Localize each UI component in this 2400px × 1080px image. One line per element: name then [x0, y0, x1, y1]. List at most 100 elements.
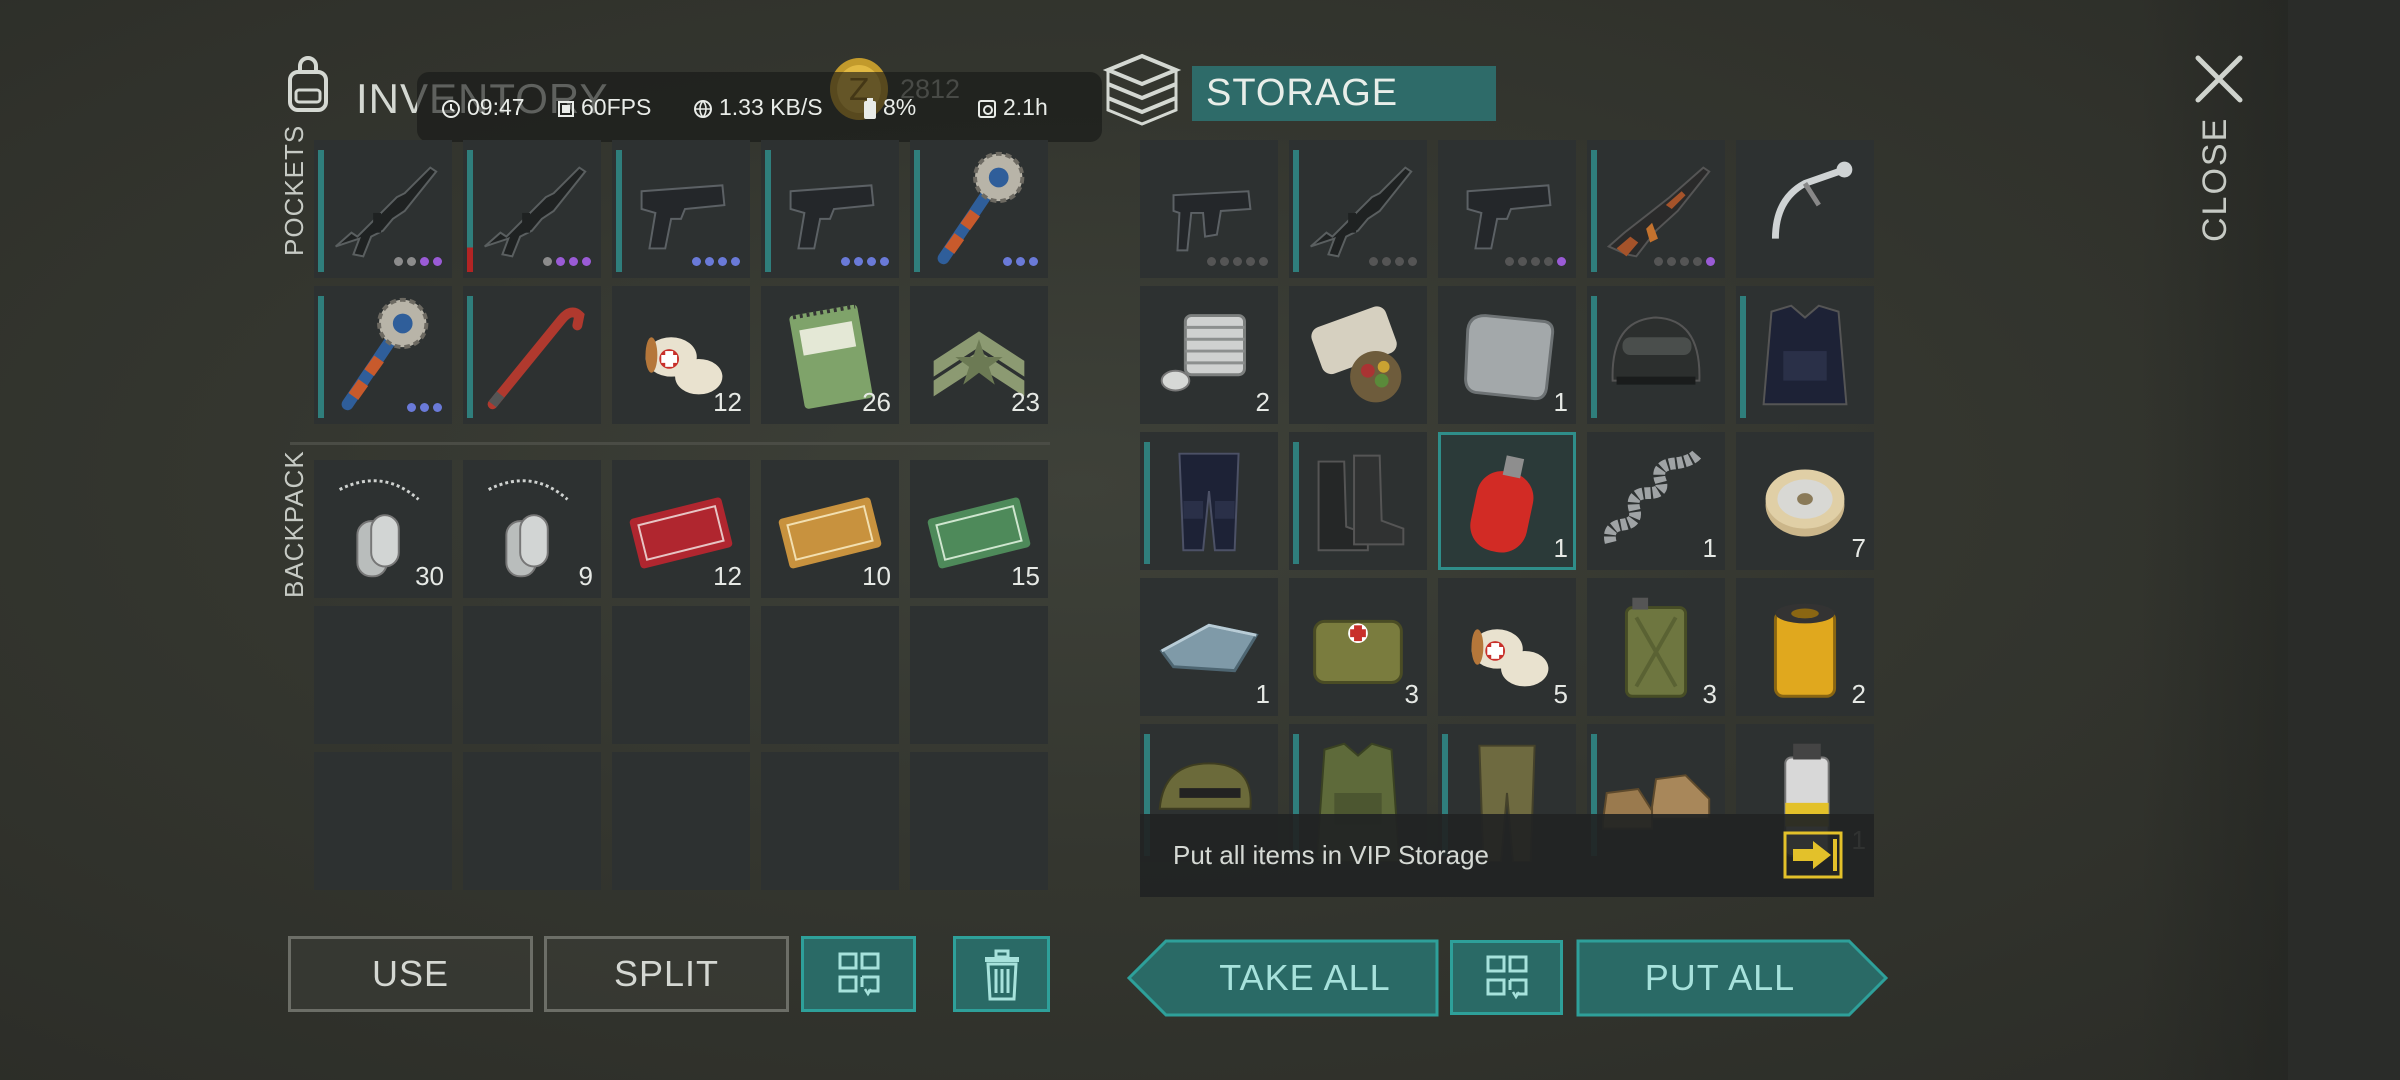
pockets-slot[interactable]: [910, 140, 1048, 278]
backpack-slot[interactable]: [761, 752, 899, 890]
rarity-dots: [543, 257, 591, 266]
storage-sort-button[interactable]: [1450, 940, 1563, 1015]
backpack-slot[interactable]: [612, 752, 750, 890]
storage-slot[interactable]: 1: [1438, 432, 1576, 570]
vip-storage-tip[interactable]: Put all items in VIP Storage: [1140, 814, 1874, 897]
rarity-dots: [1003, 257, 1038, 266]
pockets-slot[interactable]: 23: [910, 286, 1048, 424]
rarity-dot: [1259, 257, 1268, 266]
storage-slot[interactable]: 2: [1736, 578, 1874, 716]
fps-icon: [558, 100, 574, 117]
backpack-slot[interactable]: 12: [612, 460, 750, 598]
backpack-label: BACKPACK: [279, 450, 309, 598]
item-quantity: 1: [1553, 387, 1568, 417]
handlebar-icon: [1771, 161, 1853, 239]
rarity-dot: [1003, 257, 1012, 266]
rarity-dot: [1395, 257, 1404, 266]
backpack-slot[interactable]: [463, 606, 601, 744]
clock-icon: [442, 99, 460, 118]
pockets-grid: 12 26 23: [314, 140, 1048, 424]
pockets-slot[interactable]: [612, 140, 750, 278]
pockets-label: POCKETS: [279, 124, 309, 256]
pants-icon: [1178, 452, 1240, 552]
storage-slot[interactable]: 7: [1736, 432, 1874, 570]
split-button[interactable]: SPLIT: [544, 936, 789, 1012]
rarity-dot: [433, 257, 442, 266]
rarity-dot: [1654, 257, 1663, 266]
item-quantity: 1: [1255, 679, 1270, 709]
backpack-icon: [288, 56, 328, 112]
storage-slot[interactable]: [1289, 286, 1427, 424]
rarity-dot: [407, 403, 416, 412]
storage-slot[interactable]: [1140, 432, 1278, 570]
trash-icon: [984, 949, 1019, 1001]
pockets-slot[interactable]: 12: [612, 286, 750, 424]
backpack-slot[interactable]: [910, 606, 1048, 744]
storage-icon: [1102, 53, 1182, 126]
storage-slot[interactable]: 2: [1140, 286, 1278, 424]
storage-slot[interactable]: [1587, 140, 1725, 278]
backpack-slot[interactable]: [314, 752, 452, 890]
storage-slot[interactable]: 3: [1587, 578, 1725, 716]
storage-slot[interactable]: [1587, 286, 1725, 424]
boots-icon: [1317, 454, 1405, 552]
storage-slot[interactable]: 1: [1140, 578, 1278, 716]
globe-icon: [694, 99, 712, 118]
close-label[interactable]: CLOSE: [2196, 117, 2235, 242]
rarity-dot: [1016, 257, 1025, 266]
rarity-dot: [692, 257, 701, 266]
rarity-dots: [1505, 257, 1566, 266]
backpack-slot[interactable]: [314, 606, 452, 744]
pockets-slot[interactable]: [314, 286, 452, 424]
rarity-dot: [543, 257, 552, 266]
inventory-sort-button[interactable]: [801, 936, 916, 1012]
pockets-slot[interactable]: [463, 286, 601, 424]
storage-slot[interactable]: [1736, 286, 1874, 424]
status-battery: 8%: [863, 72, 916, 142]
backpack-slot[interactable]: 10: [761, 460, 899, 598]
pockets-slot[interactable]: 26: [761, 286, 899, 424]
item-quantity: 5: [1553, 679, 1568, 709]
item-quantity: 10: [862, 561, 891, 591]
pockets-slot[interactable]: [761, 140, 899, 278]
use-button[interactable]: USE: [288, 936, 533, 1012]
backpack-slot[interactable]: 15: [910, 460, 1048, 598]
status-overlay: 09:47 60FPS 1.33 KB/S 8% 2.1h: [417, 72, 1102, 142]
storage-slot[interactable]: [1289, 140, 1427, 278]
rarity-dots: [1369, 257, 1417, 266]
storage-slot[interactable]: [1736, 140, 1874, 278]
close-icon[interactable]: [2194, 54, 2244, 104]
grid-sort-icon: [838, 952, 879, 997]
item-quantity: 26: [862, 387, 891, 417]
battery-icon: [864, 97, 876, 119]
transfer-arrow-icon[interactable]: [1783, 831, 1843, 879]
backpack-slot[interactable]: [612, 606, 750, 744]
storage-title: STORAGE: [1192, 66, 1496, 121]
storage-slot[interactable]: 1: [1438, 286, 1576, 424]
status-network: 1.33 KB/S: [693, 72, 823, 142]
storage-slot[interactable]: [1140, 140, 1278, 278]
storage-slot[interactable]: 5: [1438, 578, 1576, 716]
backpack-slot[interactable]: [910, 752, 1048, 890]
backpack-slot[interactable]: [761, 606, 899, 744]
rarity-dots: [1207, 257, 1268, 266]
put-all-label[interactable]: PUT ALL: [1575, 938, 1865, 1018]
backpack-slot[interactable]: 9: [463, 460, 601, 598]
status-time: 09:47: [441, 72, 525, 142]
rarity-dot: [569, 257, 578, 266]
rarity-dot: [1408, 257, 1417, 266]
storage-slot[interactable]: 3: [1289, 578, 1427, 716]
pockets-slot[interactable]: [314, 140, 452, 278]
storage-slot[interactable]: [1289, 432, 1427, 570]
pockets-slot[interactable]: [463, 140, 601, 278]
take-all-label[interactable]: TAKE ALL: [1170, 938, 1440, 1018]
vip-storage-tip-text: Put all items in VIP Storage: [1173, 840, 1490, 870]
storage-slot[interactable]: 1: [1587, 432, 1725, 570]
trash-button[interactable]: [953, 936, 1050, 1012]
rarity-dot: [1207, 257, 1216, 266]
item-quantity: 3: [1702, 679, 1717, 709]
item-quantity: 2: [1255, 387, 1270, 417]
backpack-slot[interactable]: 30: [314, 460, 452, 598]
backpack-slot[interactable]: [463, 752, 601, 890]
storage-slot[interactable]: [1438, 140, 1576, 278]
